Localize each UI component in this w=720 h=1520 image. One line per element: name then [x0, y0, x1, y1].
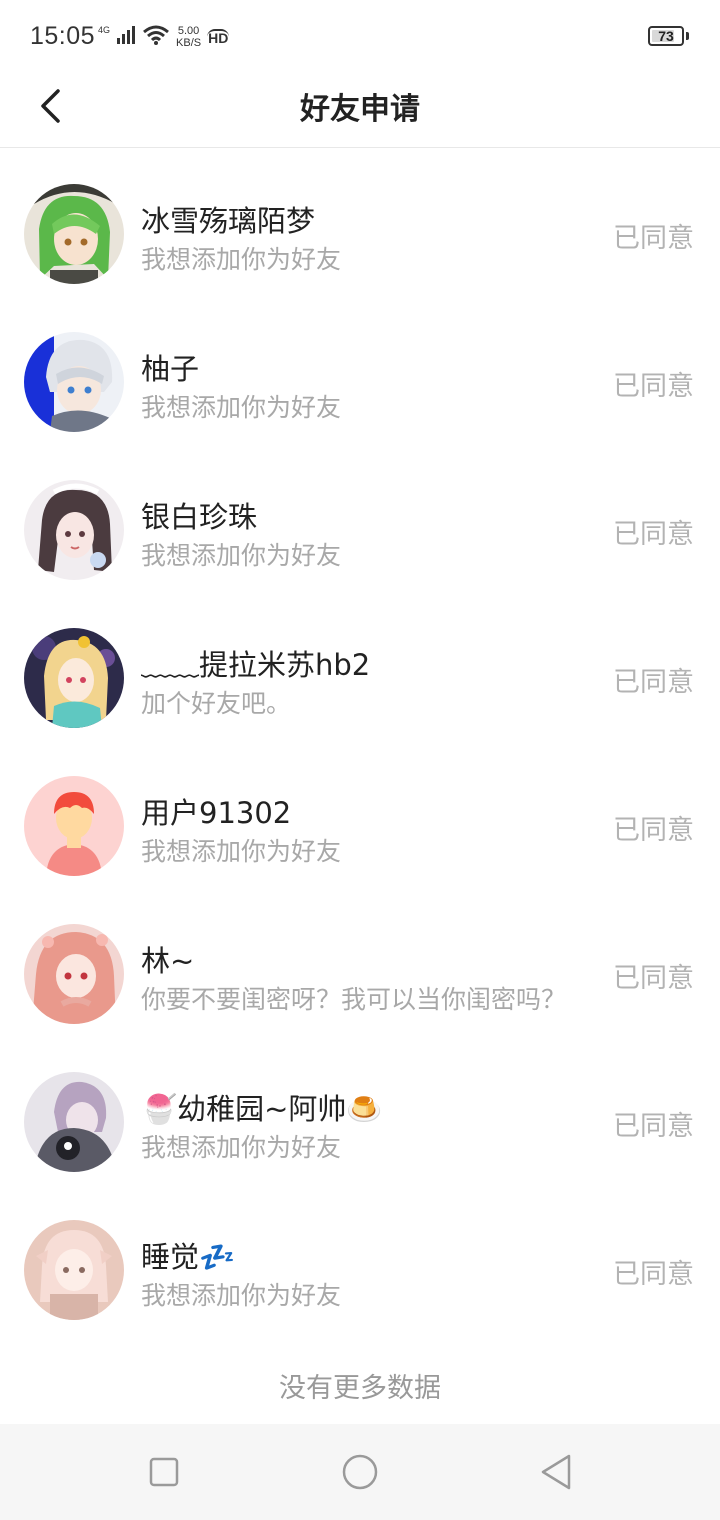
requester-name: 睡觉💤 [141, 1240, 236, 1274]
status-icons: 4G 5.00 KB/S HD [98, 24, 230, 50]
requester-name: 🍧幼稚园~阿帅🍮 [141, 1092, 383, 1126]
avatar[interactable] [24, 184, 124, 284]
list-item[interactable]: 林~ 你要不要闺密呀？我可以当你闺密吗？ 已同意 [0, 900, 720, 1048]
list-item[interactable]: 睡觉💤 我想添加你为好友 已同意 [0, 1196, 720, 1344]
request-status[interactable]: 已同意 [613, 1104, 694, 1143]
signal-icon [116, 25, 136, 49]
battery-icon: 73 [648, 26, 684, 46]
status-bar: 15:05 4G 5.00 KB/S HD 73 [0, 0, 720, 72]
request-status[interactable]: 已同意 [613, 1252, 694, 1291]
system-nav-bar [0, 1424, 720, 1520]
list-item[interactable]: 🍧幼稚园~阿帅🍮 我想添加你为好友 已同意 [0, 1048, 720, 1196]
recent-apps-button[interactable] [144, 1452, 184, 1492]
requester-name: 林~ [141, 944, 195, 978]
square-icon [149, 1457, 179, 1487]
nav-back-button[interactable] [536, 1452, 576, 1492]
requester-name: 银白珍珠 [141, 500, 258, 534]
avatar[interactable] [24, 480, 124, 580]
network-type: 4G [98, 25, 111, 35]
hd-badge: HD [207, 29, 230, 46]
home-button[interactable] [340, 1452, 380, 1492]
network-speed: 5.00 KB/S [176, 25, 201, 49]
avatar[interactable] [24, 332, 124, 432]
avatar[interactable] [24, 1220, 124, 1320]
list-item[interactable]: 银白珍珠 我想添加你为好友 已同意 [0, 456, 720, 604]
list-item[interactable]: 柚子 我想添加你为好友 已同意 [0, 308, 720, 456]
request-message: 我想添加你为好友 [141, 245, 342, 274]
request-status[interactable]: 已同意 [613, 364, 694, 403]
header: 好友申请 [0, 72, 720, 148]
request-message: 我想添加你为好友 [141, 541, 342, 570]
avatar[interactable] [24, 628, 124, 728]
triangle-back-icon [541, 1454, 571, 1490]
list-item[interactable]: 冰雪殇璃陌梦 我想添加你为好友 已同意 [0, 160, 720, 308]
request-message: 你要不要闺密呀？我可以当你闺密吗？ [141, 985, 567, 1014]
request-status[interactable]: 已同意 [613, 512, 694, 551]
request-message: 我想添加你为好友 [141, 1281, 342, 1310]
avatar[interactable] [24, 776, 124, 876]
requester-name: 用户91302 [141, 796, 292, 830]
no-more-data-text: 没有更多数据 [279, 1373, 441, 1404]
speed-value: 5.00 [177, 25, 200, 37]
request-message: 我想添加你为好友 [141, 1133, 342, 1162]
request-status[interactable]: 已同意 [613, 808, 694, 847]
status-time: 15:05 [30, 22, 96, 50]
requester-name: 柚子 [141, 352, 200, 386]
avatar[interactable] [24, 924, 124, 1024]
battery-tip [686, 32, 689, 40]
requester-name: ﹏﹏提拉米苏hb2 [141, 648, 371, 682]
request-status[interactable]: 已同意 [613, 956, 694, 995]
battery-level: 73 [658, 28, 674, 44]
requester-name: 冰雪殇璃陌梦 [141, 204, 316, 238]
request-message: 我想添加你为好友 [141, 837, 342, 866]
page-title: 好友申请 [300, 92, 420, 127]
request-status[interactable]: 已同意 [613, 216, 694, 255]
friend-request-list: 冰雪殇璃陌梦 我想添加你为好友 已同意 柚子 我想添加你为好友 已同意 银白珍珠… [0, 160, 720, 1344]
request-status[interactable]: 已同意 [613, 660, 694, 699]
request-message: 我想添加你为好友 [141, 393, 342, 422]
list-item[interactable]: 用户91302 我想添加你为好友 已同意 [0, 752, 720, 900]
request-message: 加个好友吧。 [141, 689, 292, 718]
circle-icon [342, 1454, 378, 1490]
speed-unit: KB/S [176, 37, 202, 49]
list-item[interactable]: ﹏﹏提拉米苏hb2 加个好友吧。 已同意 [0, 604, 720, 752]
avatar[interactable] [24, 1072, 124, 1172]
wifi-icon [142, 24, 170, 50]
